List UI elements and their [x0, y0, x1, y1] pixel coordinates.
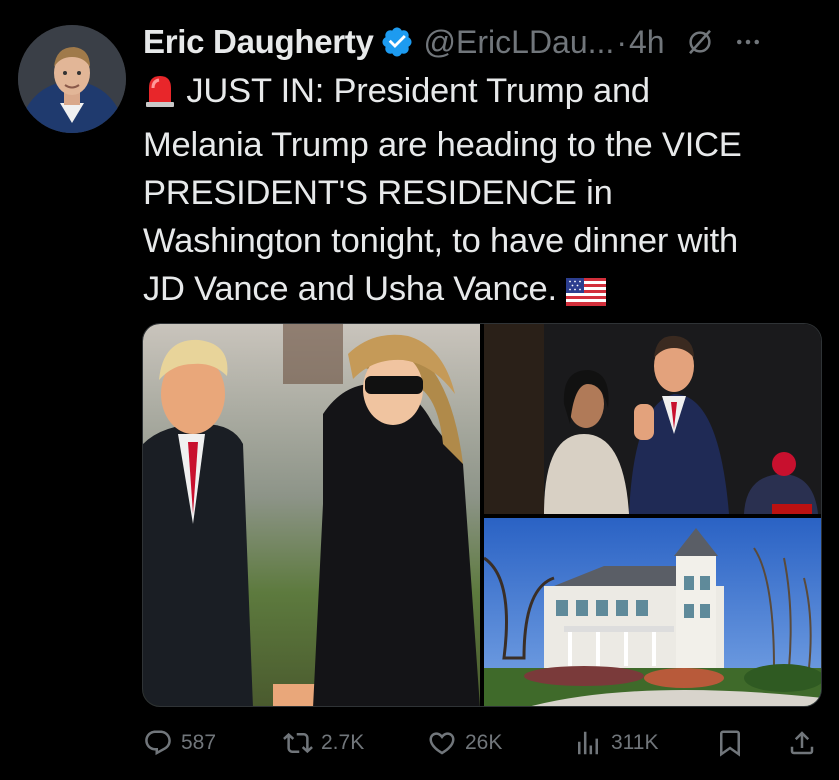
author-avatar[interactable] [18, 25, 126, 133]
tweet-text-line-2: Melania Trump are heading to the VICE [143, 126, 742, 164]
reply-button[interactable]: 587 [143, 718, 216, 768]
reply-count: 587 [181, 731, 217, 754]
vance-couple-photo[interactable] [484, 324, 821, 514]
like-button[interactable]: 26K [427, 718, 502, 768]
tweet-text-line-5: JD Vance and Usha Vance. [143, 265, 823, 319]
author-handle[interactable]: @EricLDau... [424, 24, 615, 61]
repost-count: 2.7K [321, 731, 365, 754]
trump-melania-photo[interactable] [143, 324, 480, 706]
tweet-text-line-1: JUST IN: President Trump and [143, 67, 823, 121]
tweet-text: JUST IN: President Trump and Melania Tru… [143, 67, 823, 319]
grok-icon[interactable] [685, 27, 715, 57]
repost-icon [283, 732, 313, 754]
repost-button[interactable]: 2.7K [283, 718, 364, 768]
bookmark-icon [720, 730, 740, 757]
author-name[interactable]: Eric Daugherty [143, 23, 374, 61]
like-icon [429, 732, 455, 755]
tweet-media-grid [142, 323, 822, 707]
views-icon [578, 731, 598, 755]
us-flag-icon [566, 271, 607, 319]
tweet-text-line-4: Washington tonight, to have dinner with [143, 222, 739, 260]
like-count: 26K [465, 731, 503, 754]
reply-icon [145, 730, 171, 756]
bookmark-button[interactable] [715, 718, 753, 768]
share-icon [790, 731, 814, 755]
tweet-header: Eric Daugherty @EricLDau... · 4h [143, 18, 823, 66]
verified-badge-icon[interactable] [380, 25, 414, 59]
tweet-actions: 587 2.7K 26K 311K [143, 718, 823, 768]
vice-president-residence-photo[interactable] [484, 518, 821, 706]
share-button[interactable] [787, 718, 825, 768]
tweet-text-line-3: PRESIDENT'S RESIDENCE in [143, 174, 613, 212]
tweet-timestamp[interactable]: 4h [629, 24, 665, 61]
time-separator: · [616, 23, 627, 60]
rotating-light-icon [143, 72, 177, 121]
views-count: 311K [611, 731, 659, 754]
views-button[interactable]: 311K [573, 718, 659, 768]
more-icon[interactable] [733, 27, 763, 57]
